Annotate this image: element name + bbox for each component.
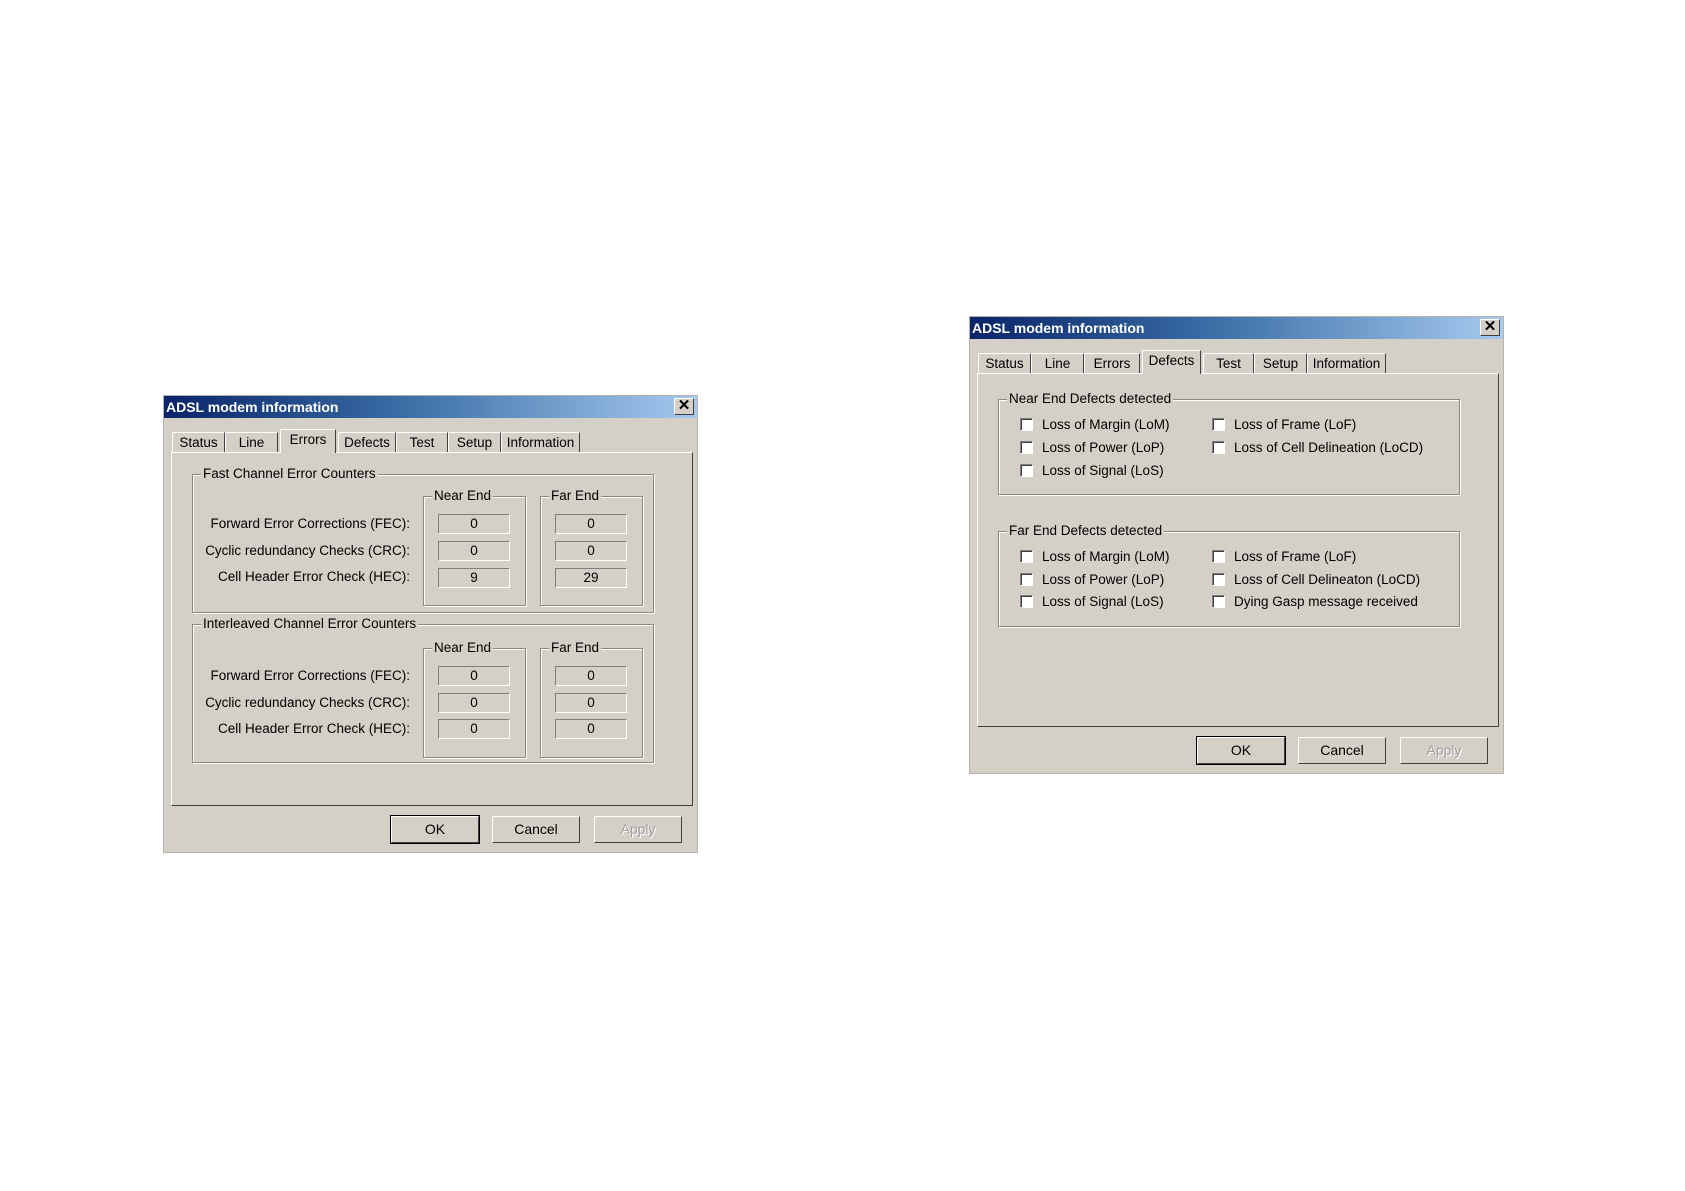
- hec-label: Cell Header Error Check (HEC):: [217, 569, 410, 584]
- hec-far-value: 29: [555, 568, 627, 588]
- tab-status[interactable]: Status: [978, 353, 1031, 373]
- crc-label: Cyclic redundancy Checks (CRC):: [205, 695, 410, 710]
- checkbox-label: Loss of Margin (LoM): [1042, 417, 1170, 432]
- dialog-title: ADSL modem information: [166, 399, 339, 415]
- group-title: Far End Defects detected: [1007, 523, 1165, 538]
- near-los-checkbox[interactable]: Loss of Signal (LoS): [1020, 463, 1164, 478]
- near-lom-checkbox[interactable]: Loss of Margin (LoM): [1020, 417, 1170, 432]
- tab-information[interactable]: Information: [1307, 353, 1386, 373]
- checkbox-box[interactable]: [1020, 573, 1033, 586]
- ok-button[interactable]: OK: [1196, 736, 1286, 765]
- far-end-label: Far End: [549, 488, 602, 503]
- hec-near-value: 9: [438, 568, 510, 588]
- fec-near-value: 0: [438, 514, 510, 534]
- title-bar[interactable]: ADSL modem information ✕: [970, 317, 1503, 339]
- apply-button[interactable]: Apply: [1400, 737, 1488, 764]
- close-icon[interactable]: ✕: [674, 398, 694, 415]
- tab-defects[interactable]: Defects: [1142, 350, 1201, 374]
- far-end-label: Far End: [549, 640, 602, 655]
- checkbox-label: Loss of Frame (LoF): [1234, 417, 1357, 432]
- near-end-label: Near End: [432, 640, 494, 655]
- near-end-defects-group: Near End Defects detected Loss of Margin…: [998, 391, 1460, 495]
- checkbox-box[interactable]: [1020, 418, 1033, 431]
- tab-line[interactable]: Line: [225, 432, 278, 452]
- checkbox-label: Loss of Power (LoP): [1042, 572, 1165, 587]
- group-title: Near End Defects detected: [1007, 391, 1174, 406]
- checkbox-label: Loss of Power (LoP): [1042, 440, 1165, 455]
- group-title: Fast Channel Error Counters: [201, 466, 378, 481]
- tab-line[interactable]: Line: [1031, 353, 1084, 373]
- tab-test[interactable]: Test: [1203, 353, 1254, 373]
- checkbox-box[interactable]: [1212, 550, 1225, 563]
- group-title: Interleaved Channel Error Counters: [201, 616, 419, 631]
- tab-defects[interactable]: Defects: [338, 432, 396, 452]
- far-dying-gasp-checkbox[interactable]: Dying Gasp message received: [1212, 594, 1418, 609]
- checkbox-box[interactable]: [1212, 418, 1225, 431]
- far-end-defects-group: Far End Defects detected Loss of Margin …: [998, 523, 1460, 627]
- fec-label: Forward Error Corrections (FEC):: [210, 668, 410, 683]
- checkbox-box[interactable]: [1020, 464, 1033, 477]
- title-bar[interactable]: ADSL modem information ✕: [164, 396, 697, 418]
- fec-near-value: 0: [438, 666, 510, 686]
- checkbox-box[interactable]: [1020, 550, 1033, 563]
- hec-near-value: 0: [438, 719, 510, 739]
- near-end-label: Near End: [432, 488, 494, 503]
- tab-information[interactable]: Information: [501, 432, 580, 452]
- fec-label: Forward Error Corrections (FEC):: [210, 516, 410, 531]
- checkbox-box[interactable]: [1212, 595, 1225, 608]
- near-lof-checkbox[interactable]: Loss of Frame (LoF): [1212, 417, 1356, 432]
- near-locd-checkbox[interactable]: Loss of Cell Delineation (LoCD): [1212, 440, 1423, 455]
- cancel-button[interactable]: Cancel: [1298, 737, 1386, 764]
- tab-panel: Near End Defects detected Loss of Margin…: [977, 373, 1499, 727]
- checkbox-label: Loss of Signal (LoS): [1042, 463, 1164, 478]
- checkbox-label: Loss of Frame (LoF): [1234, 549, 1357, 564]
- dialog-title: ADSL modem information: [972, 320, 1145, 336]
- near-end-group: Near End 0 0 0: [423, 640, 526, 758]
- far-locd-checkbox[interactable]: Loss of Cell Delineaton (LoCD): [1212, 572, 1420, 587]
- interleaved-channel-group: Interleaved Channel Error Counters Near …: [192, 616, 654, 763]
- crc-near-value: 0: [438, 693, 510, 713]
- checkbox-label: Dying Gasp message received: [1234, 594, 1418, 609]
- defects-dialog: ADSL modem information ✕ Status Line Err…: [969, 316, 1504, 774]
- far-end-group: Far End 0 0 29: [540, 488, 643, 606]
- close-icon[interactable]: ✕: [1480, 319, 1500, 336]
- ok-button[interactable]: OK: [390, 815, 480, 844]
- far-lom-checkbox[interactable]: Loss of Margin (LoM): [1020, 549, 1170, 564]
- checkbox-box[interactable]: [1212, 441, 1225, 454]
- checkbox-label: Loss of Cell Delineaton (LoCD): [1234, 572, 1421, 587]
- checkbox-label: Loss of Cell Delineation (LoCD): [1234, 440, 1424, 455]
- far-end-group: Far End 0 0 0: [540, 640, 643, 758]
- hec-label: Cell Header Error Check (HEC):: [217, 721, 410, 736]
- fec-far-value: 0: [555, 514, 627, 534]
- near-lop-checkbox[interactable]: Loss of Power (LoP): [1020, 440, 1164, 455]
- errors-dialog: ADSL modem information ✕ Status Line Err…: [163, 395, 698, 853]
- far-los-checkbox[interactable]: Loss of Signal (LoS): [1020, 594, 1164, 609]
- crc-far-value: 0: [555, 541, 627, 561]
- far-lof-checkbox[interactable]: Loss of Frame (LoF): [1212, 549, 1356, 564]
- tab-errors[interactable]: Errors: [1084, 353, 1140, 373]
- hec-far-value: 0: [555, 719, 627, 739]
- tab-errors[interactable]: Errors: [280, 429, 336, 453]
- checkbox-box[interactable]: [1020, 441, 1033, 454]
- near-end-group: Near End 0 0 9: [423, 488, 526, 606]
- fast-channel-group: Fast Channel Error Counters Near End 0 0…: [192, 466, 654, 613]
- tab-setup[interactable]: Setup: [1254, 353, 1307, 373]
- crc-near-value: 0: [438, 541, 510, 561]
- tab-test[interactable]: Test: [396, 432, 448, 452]
- fec-far-value: 0: [555, 666, 627, 686]
- checkbox-box[interactable]: [1020, 595, 1033, 608]
- checkbox-box[interactable]: [1212, 573, 1225, 586]
- tab-status[interactable]: Status: [172, 432, 225, 452]
- apply-button[interactable]: Apply: [594, 816, 682, 843]
- tab-panel: Fast Channel Error Counters Near End 0 0…: [171, 452, 693, 806]
- tab-setup[interactable]: Setup: [448, 432, 501, 452]
- crc-far-value: 0: [555, 693, 627, 713]
- checkbox-label: Loss of Signal (LoS): [1042, 594, 1164, 609]
- crc-label: Cyclic redundancy Checks (CRC):: [205, 543, 410, 558]
- checkbox-label: Loss of Margin (LoM): [1042, 549, 1170, 564]
- far-lop-checkbox[interactable]: Loss of Power (LoP): [1020, 572, 1164, 587]
- cancel-button[interactable]: Cancel: [492, 816, 580, 843]
